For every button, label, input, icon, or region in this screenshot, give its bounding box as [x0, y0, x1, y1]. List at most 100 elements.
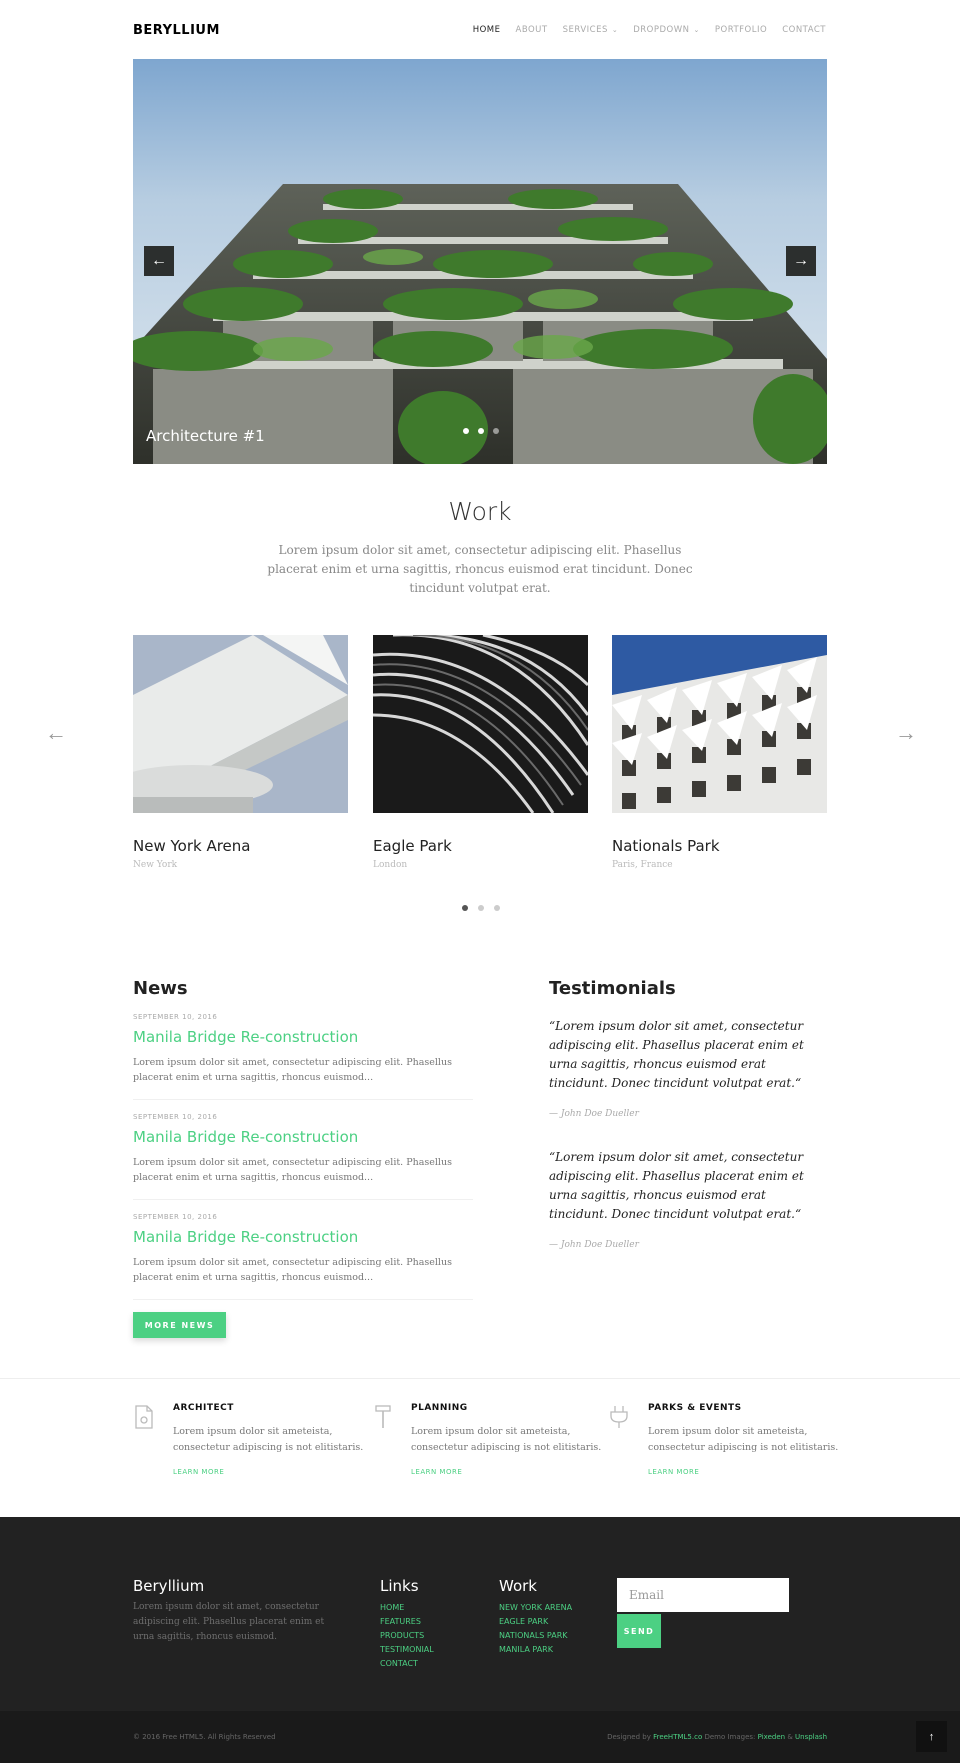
hero-slider: ← → Architecture #1 — [133, 59, 827, 464]
learn-more-link[interactable]: LEARN MORE — [648, 1468, 848, 1476]
work-name[interactable]: New York Arena — [133, 837, 348, 855]
feature-parks-events: PARKS & EVENTS Lorem ipsum dolor sit ame… — [648, 1403, 848, 1476]
credits: Designed by FreeHTML5.co Demo Images: Pi… — [607, 1733, 827, 1741]
arrow-up-icon: ↑ — [928, 1730, 935, 1743]
work-dot-2[interactable] — [478, 905, 484, 911]
arrow-right-icon: → — [793, 252, 809, 269]
credits-demo-images: Demo Images: — [704, 1733, 756, 1741]
send-button[interactable]: SEND — [617, 1614, 661, 1648]
news-item: SEPTEMBER 10, 2016 Manila Bridge Re-cons… — [133, 1113, 473, 1200]
work-title: Work — [448, 497, 512, 526]
news-excerpt: Lorem ipsum dolor sit amet, consectetur … — [133, 1257, 452, 1283]
nav-home-label: HOME — [472, 25, 501, 35]
news-date: SEPTEMBER 10, 2016 — [133, 1113, 218, 1121]
work-dot-3[interactable] — [494, 905, 500, 911]
learn-more-link[interactable]: LEARN MORE — [173, 1468, 373, 1476]
footer-link-new-york-arena[interactable]: NEW YORK ARENA — [499, 1603, 572, 1612]
footer-link-home[interactable]: HOME — [380, 1603, 434, 1612]
hero-next-button[interactable]: → — [786, 246, 816, 276]
credits-pixeden-link[interactable]: Pixeden — [758, 1733, 785, 1741]
news-excerpt: Lorem ipsum dolor sit amet, consectetur … — [133, 1157, 452, 1183]
work-card[interactable]: New York Arena New York — [133, 635, 348, 870]
testimonial-author: — John Doe Dueller — [549, 1240, 639, 1250]
work-location: Paris, France — [612, 860, 673, 870]
hero-caption: Architecture #1 — [146, 427, 265, 445]
feature-text: Lorem ipsum dolor sit ameteista, consect… — [648, 1426, 839, 1453]
feature-title: ARCHITECT — [173, 1403, 234, 1413]
arrow-left-icon: ← — [151, 252, 167, 269]
news-date: SEPTEMBER 10, 2016 — [133, 1013, 218, 1021]
feature-architect: ARCHITECT Lorem ipsum dolor sit ameteist… — [173, 1403, 373, 1476]
back-to-top-button[interactable]: ↑ — [916, 1721, 947, 1752]
nav-portfolio-label: PORTFOLIO — [714, 25, 768, 35]
arrow-left-icon: ← — [45, 720, 67, 745]
hammer-icon — [375, 1405, 391, 1428]
learn-more-link[interactable]: LEARN MORE — [411, 1468, 611, 1476]
nav-dropdown-label: DROPDOWN — [633, 25, 690, 35]
footer-link-eagle-park[interactable]: EAGLE PARK — [499, 1617, 572, 1626]
nav-dropdown[interactable]: DROPDOWN ⌄ — [633, 25, 700, 35]
plug-icon — [610, 1406, 628, 1428]
work-name[interactable]: Nationals Park — [612, 837, 827, 855]
nav-services-label: SERVICES — [562, 25, 608, 35]
nav-portfolio[interactable]: PORTFOLIO — [715, 25, 767, 35]
hero-dot-2[interactable] — [478, 428, 484, 434]
work-next-button[interactable]: → — [895, 720, 917, 746]
credits-unsplash-link[interactable]: Unsplash — [795, 1733, 827, 1741]
footer-link-products[interactable]: PRODUCTS — [380, 1631, 434, 1640]
work-pagination — [462, 905, 500, 911]
document-icon — [135, 1405, 153, 1429]
nav-home[interactable]: HOME — [473, 25, 501, 35]
main-nav: HOME ABOUT SERVICES ⌄ DROPDOWN ⌄ PORTFOLIO… — [473, 25, 826, 35]
chevron-down-icon: ⌄ — [611, 26, 619, 34]
footer-links-title: Links — [380, 1577, 419, 1595]
news-headline-link[interactable]: Manila Bridge Re-construction — [133, 1028, 473, 1046]
footer-work-title: Work — [499, 1577, 537, 1595]
testimonial-quote: “Lorem ipsum dolor sit amet, consectetur… — [549, 1150, 804, 1221]
work-subtitle: Lorem ipsum dolor sit amet, consectetur … — [267, 543, 693, 595]
hero-image — [133, 184, 827, 464]
footer-about: Lorem ipsum dolor sit amet, consectetur … — [133, 1602, 325, 1642]
footer-link-testimonial[interactable]: TESTIMONIAL — [380, 1645, 434, 1654]
feature-text: Lorem ipsum dolor sit ameteista, consect… — [173, 1426, 364, 1453]
hero-prev-button[interactable]: ← — [144, 246, 174, 276]
testimonials-title: Testimonials — [549, 978, 676, 999]
feature-text: Lorem ipsum dolor sit ameteista, consect… — [411, 1426, 602, 1453]
email-field[interactable] — [617, 1578, 789, 1612]
work-image-eagle-park[interactable] — [373, 635, 588, 813]
credits-amp: & — [787, 1733, 793, 1741]
hero-dot-1[interactable] — [463, 428, 469, 434]
work-card[interactable]: Nationals Park Paris, France — [612, 635, 827, 870]
work-prev-button[interactable]: ← — [45, 720, 67, 746]
footer-links: HOME FEATURES PRODUCTS TESTIMONIAL CONTA… — [380, 1603, 434, 1668]
footer-link-features[interactable]: FEATURES — [380, 1617, 434, 1626]
feature-planning: PLANNING Lorem ipsum dolor sit ameteista… — [411, 1403, 611, 1476]
credits-designed-by: Designed by — [607, 1733, 651, 1741]
site-logo[interactable]: BERYLLIUM — [133, 23, 220, 38]
nav-about[interactable]: ABOUT — [516, 25, 548, 35]
credits-designer-link[interactable]: FreeHTML5.co — [653, 1733, 702, 1741]
work-image-nationals-park[interactable] — [612, 635, 827, 813]
footer-work-links: NEW YORK ARENA EAGLE PARK NATIONALS PARK… — [499, 1603, 572, 1654]
news-headline-link[interactable]: Manila Bridge Re-construction — [133, 1228, 473, 1246]
copyright: © 2016 Free HTML5. All Rights Reserved — [133, 1733, 276, 1741]
news-excerpt: Lorem ipsum dolor sit amet, consectetur … — [133, 1057, 452, 1083]
more-news-button[interactable]: MORE NEWS — [133, 1312, 226, 1338]
work-image-arena[interactable] — [133, 635, 348, 813]
footer-link-manila-park[interactable]: MANILA PARK — [499, 1645, 572, 1654]
work-card[interactable]: Eagle Park London — [373, 635, 588, 870]
footer-link-contact[interactable]: CONTACT — [380, 1659, 434, 1668]
work-dot-1[interactable] — [462, 905, 468, 911]
work-name[interactable]: Eagle Park — [373, 837, 588, 855]
nav-contact[interactable]: CONTACT — [782, 25, 826, 35]
news-item: SEPTEMBER 10, 2016 Manila Bridge Re-cons… — [133, 1213, 473, 1300]
feature-title: PARKS & EVENTS — [648, 1403, 742, 1413]
hero-dot-3[interactable] — [493, 428, 499, 434]
testimonial-author: — John Doe Dueller — [549, 1109, 639, 1119]
nav-services[interactable]: SERVICES ⌄ — [563, 25, 619, 35]
feature-title: PLANNING — [411, 1403, 468, 1413]
work-location: London — [373, 860, 408, 870]
footer-link-nationals-park[interactable]: NATIONALS PARK — [499, 1631, 572, 1640]
news-headline-link[interactable]: Manila Bridge Re-construction — [133, 1128, 473, 1146]
testimonial-quote: “Lorem ipsum dolor sit amet, consectetur… — [549, 1019, 804, 1090]
